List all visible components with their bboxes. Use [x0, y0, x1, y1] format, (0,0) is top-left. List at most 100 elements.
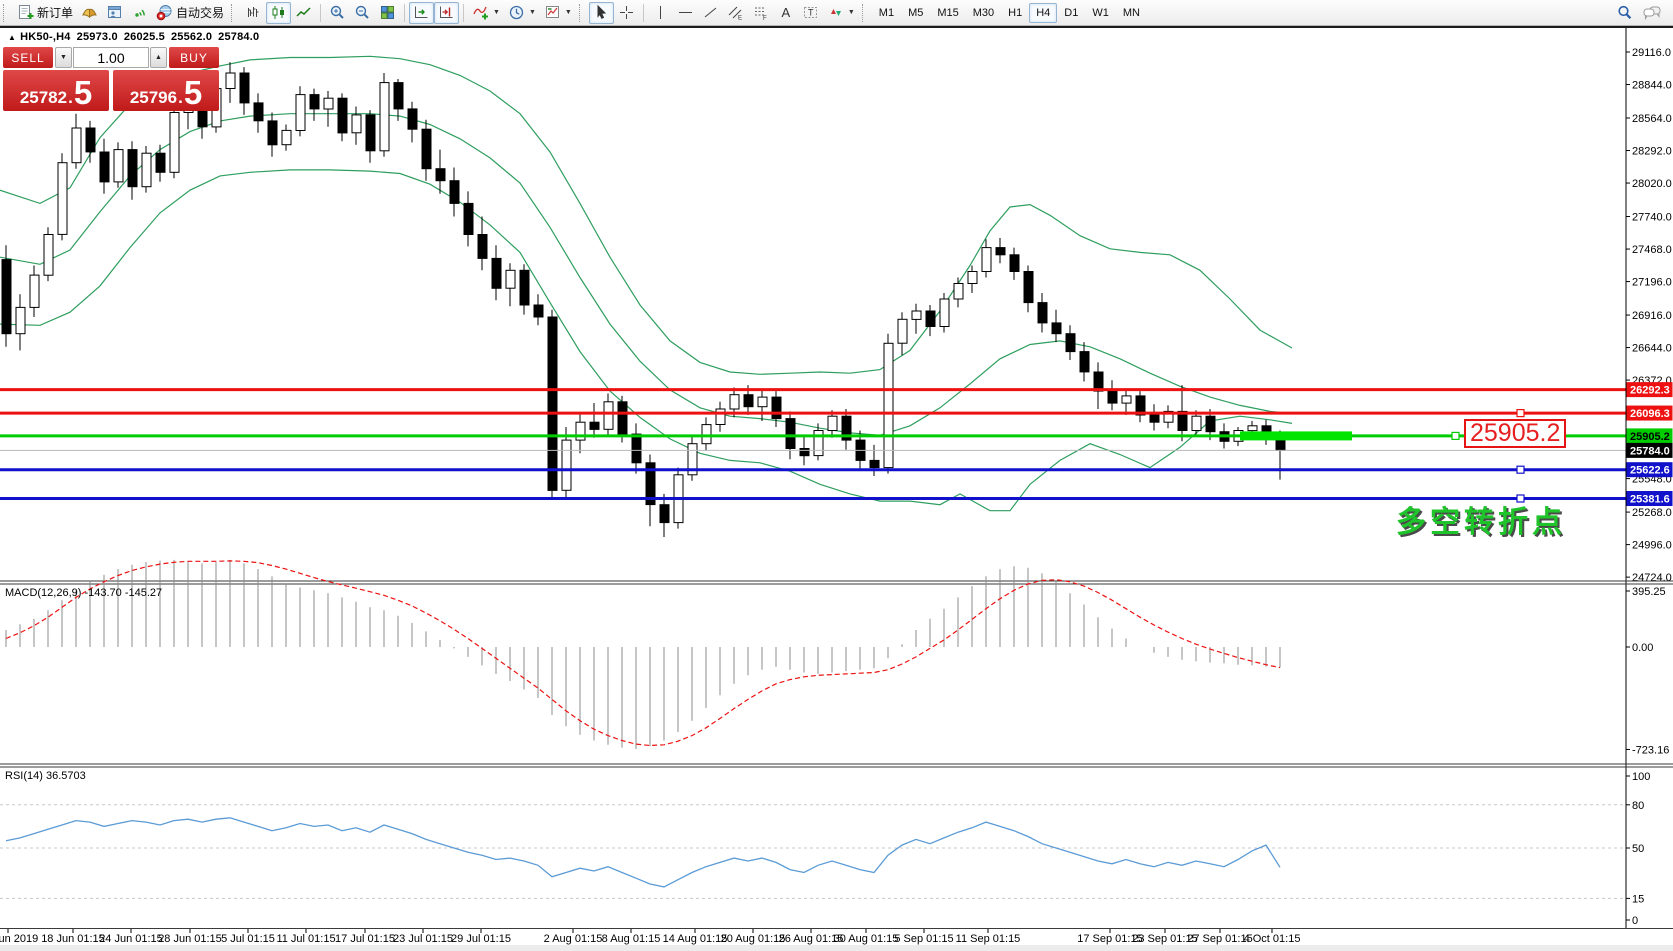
timeframe-m1-button[interactable]: M1	[872, 3, 901, 23]
signals-button[interactable]	[127, 2, 152, 24]
trendline-tool-button[interactable]	[698, 2, 723, 24]
timeframe-h1-button[interactable]: H1	[1001, 3, 1029, 23]
sell-price-button[interactable]: 25782. 5	[3, 70, 109, 111]
ohlc-high: 26025.5	[123, 31, 165, 43]
candle	[981, 247, 992, 273]
ohlc-open: 25973.0	[76, 31, 118, 43]
volume-decrease-button[interactable]: ▼	[55, 47, 72, 68]
sell-button[interactable]: SELL	[3, 47, 53, 68]
highlight-zone	[1240, 431, 1352, 441]
vertical-line-tool-button[interactable]	[648, 2, 673, 24]
toolbar-grip[interactable]	[578, 3, 584, 22]
candle	[309, 94, 320, 110]
chart-shift-button[interactable]	[434, 1, 460, 24]
auto-trading-button[interactable]: 自动交易	[152, 2, 228, 24]
zoom-in-button[interactable]	[325, 2, 350, 24]
cursor-button[interactable]	[588, 1, 614, 24]
date-tick-label: 5 Jul 01:15	[221, 933, 275, 945]
label-tool-button[interactable]: T	[798, 2, 823, 24]
timeframe-m15-button[interactable]: M15	[930, 3, 965, 23]
market-watch-button[interactable]	[102, 2, 127, 24]
symbol-header: ▲ HK50-,H4 25973.0 26025.5 25562.0 25784.0	[8, 31, 265, 43]
candle	[1009, 254, 1020, 273]
timeframe-w1-button[interactable]: W1	[1085, 3, 1116, 23]
candle	[967, 271, 978, 284]
periods-button[interactable]: ▼	[504, 2, 540, 24]
auto-trading-label: 自动交易	[176, 6, 225, 20]
line-chart-button[interactable]	[291, 2, 316, 24]
toolbar-grip[interactable]	[861, 3, 867, 22]
label-tool-icon: T	[802, 4, 819, 21]
candle	[1247, 425, 1258, 432]
buy-price-main: 25796	[129, 88, 178, 107]
chart-canvas[interactable]: 29116.0 28844.0 28564.0 28292.0 28020.0 27740…	[0, 0, 1673, 951]
candle	[925, 310, 936, 327]
fibonacci-tool-button[interactable]: F	[748, 2, 773, 24]
date-tick-label: 8 Aug 01:15	[602, 933, 661, 945]
toolbar-separator	[404, 3, 406, 22]
arrows-tool-button[interactable]: ▼	[823, 2, 859, 24]
zoom-out-button[interactable]	[350, 2, 375, 24]
horizontal-line-tool-button[interactable]	[673, 2, 698, 24]
volume-input[interactable]: 1.00	[73, 47, 149, 68]
candle	[701, 424, 712, 445]
templates-button[interactable]: ▼	[540, 2, 576, 24]
toolbar-separator	[642, 3, 644, 22]
candle	[519, 269, 530, 306]
candle	[659, 504, 670, 524]
zoom-out-icon	[354, 4, 371, 21]
search-icon	[1616, 4, 1634, 22]
timeframe-mn-button[interactable]: MN	[1116, 3, 1147, 23]
candle	[253, 102, 264, 122]
candle	[1191, 415, 1202, 432]
bar-chart-button[interactable]	[241, 2, 266, 24]
channel-tool-button[interactable]: E	[723, 2, 748, 24]
svg-text:27196.0: 27196.0	[1632, 277, 1672, 289]
svg-text:E: E	[738, 16, 742, 22]
text-tool-button[interactable]: A	[773, 2, 798, 24]
svg-text:0: 0	[1632, 915, 1638, 927]
toolbar-grip[interactable]	[231, 3, 236, 22]
timeframe-d1-button[interactable]: D1	[1057, 3, 1085, 23]
horizontal-line-icon	[677, 4, 694, 21]
signal-waves-icon	[131, 4, 148, 21]
svg-text:25381.6: 25381.6	[1630, 494, 1670, 506]
tile-windows-button[interactable]	[375, 2, 400, 24]
svg-text:T: T	[808, 8, 814, 18]
line-handle	[1516, 409, 1525, 418]
svg-text:-723.16: -723.16	[1632, 744, 1669, 756]
toolbar-separator	[320, 3, 322, 22]
rsi-indicator-label: RSI(14) 36.5703	[5, 770, 86, 782]
timeframe-m30-button[interactable]: M30	[966, 3, 1001, 23]
svg-text:395.25: 395.25	[1632, 586, 1666, 598]
candle	[603, 401, 614, 430]
volume-increase-button[interactable]: ▲	[150, 47, 167, 68]
blue-window-icon	[106, 4, 123, 21]
history-center-button[interactable]	[77, 2, 102, 24]
crosshair-button[interactable]	[614, 2, 639, 24]
candlestick-chart-button[interactable]	[266, 1, 292, 24]
chat-button[interactable]	[1638, 2, 1666, 24]
collapse-panel-icon[interactable]: ▲	[8, 33, 16, 42]
candle	[323, 97, 334, 110]
timeframe-m5-button[interactable]: M5	[901, 3, 930, 23]
candle	[883, 342, 894, 469]
candle	[15, 306, 26, 335]
buy-price-button[interactable]: 25796. 5	[113, 70, 219, 111]
candle	[813, 430, 824, 457]
text-tool-icon: A	[777, 4, 794, 21]
candle	[575, 421, 586, 441]
auto-scroll-button[interactable]	[409, 1, 435, 24]
candle	[589, 421, 600, 430]
turning-point-annotation[interactable]: 多空转折点	[1396, 497, 1566, 541]
svg-text:A: A	[781, 5, 790, 20]
buy-button[interactable]: BUY	[169, 47, 219, 68]
indicators-button[interactable]: ▼	[468, 2, 504, 24]
price-callout-label[interactable]: 25905.2	[1464, 419, 1567, 448]
candle	[169, 112, 180, 173]
toolbar-grip[interactable]	[3, 3, 8, 22]
timeframe-h4-button[interactable]: H4	[1029, 2, 1058, 23]
new-order-button[interactable]: 新订单	[13, 2, 77, 24]
search-button[interactable]	[1612, 2, 1638, 24]
svg-text:28020.0: 28020.0	[1632, 178, 1672, 190]
